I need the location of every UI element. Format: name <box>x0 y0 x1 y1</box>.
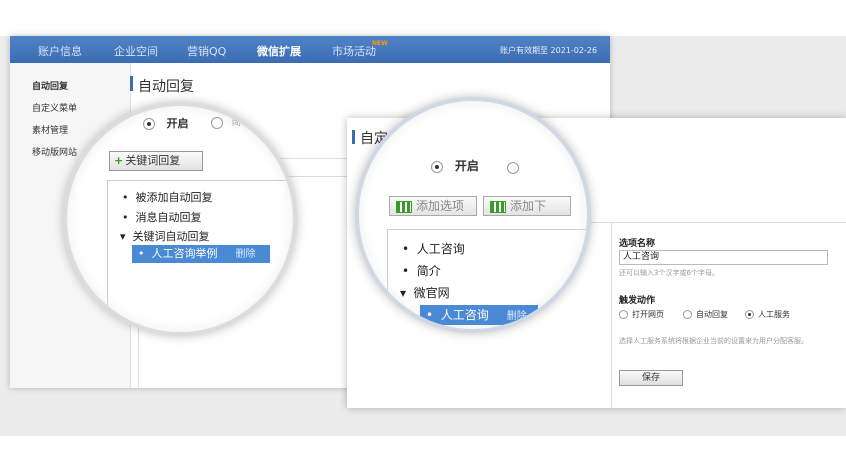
save-button[interactable]: 保存 <box>619 370 683 386</box>
radio-off-icon <box>507 161 519 174</box>
plus-icon: + <box>114 154 124 167</box>
trigger-action-label: 触发动作 <box>619 296 656 306</box>
radio-on-icon <box>143 118 155 130</box>
tree-item-intro[interactable]: • 简介 <box>402 262 441 279</box>
radio-on-icon <box>431 160 443 173</box>
selected-reply-item[interactable]: • 人工咨询举例 删除 <box>132 245 270 263</box>
radio-on-option[interactable]: 开启 <box>143 115 189 131</box>
trigger-open-webpage[interactable]: 打开网页 <box>619 309 664 320</box>
tree-item-keyword-reply[interactable]: ▾ 关键词自动回复 <box>120 228 210 244</box>
trigger-human-service[interactable]: 人工服务 <box>745 309 790 320</box>
tab-wechat-extension[interactable]: 微信扩展 <box>257 43 301 59</box>
tab-account-info[interactable]: 账户信息 <box>38 43 82 59</box>
option-name-hint: 还可以输入3个汉字或6个字母。 <box>619 269 719 277</box>
option-name-label: 选项名称 <box>619 239 656 249</box>
tree-item-message-reply[interactable]: • 消息自动回复 <box>122 209 201 225</box>
tree-item-consult[interactable]: • 人工咨询 <box>402 240 465 257</box>
page-title: 自动回复 <box>138 79 194 95</box>
radio-selected-icon <box>745 310 754 319</box>
radio-off-option[interactable]: 闭 ? <box>211 115 263 129</box>
menu-radio-off-option[interactable] <box>507 157 519 176</box>
magnifier-auto-reply: 开启 闭 ? + 关键词回复 • 被添加自动回复 • 消息自动回复 ▾ 关键词自动… <box>63 102 297 336</box>
add-keyword-reply-button[interactable]: + 关键词回复 <box>109 151 203 171</box>
account-expiry: 账户有效期至 2021-02-26 <box>500 46 598 55</box>
help-icon[interactable]: ? <box>251 118 263 129</box>
new-badge: NEW <box>372 40 388 47</box>
list-icon <box>396 201 412 213</box>
radio-icon <box>683 310 692 319</box>
magnifier-custom-menu: 开启 添加选项 添加下 • 人工咨询 • 简介 ▾ 微官网 • 人工咨询 删除 <box>355 97 591 333</box>
tab-enterprise-space[interactable]: 企业空间 <box>114 43 158 59</box>
add-submenu-button[interactable]: 添加下 <box>483 196 571 216</box>
sidebar-item-materials[interactable]: 素材管理 <box>32 123 68 136</box>
sidebar-item-auto-reply[interactable]: 自动回复 <box>32 79 68 92</box>
radio-off-icon <box>211 116 223 129</box>
delete-link[interactable]: 删除 <box>235 249 255 260</box>
title-accent <box>352 130 355 144</box>
list-icon <box>490 201 506 213</box>
selected-menu-item[interactable]: • 人工咨询 删除 <box>420 305 538 325</box>
trigger-hint: 选择人工服务系统将根据企业当前的设置来为用户分配客服。 <box>619 337 808 345</box>
add-option-button[interactable]: 添加选项 <box>389 196 477 216</box>
sidebar-item-mobile-site[interactable]: 移动版网站 <box>32 145 77 158</box>
menu-radio-on-option[interactable]: 开启 <box>431 157 479 174</box>
radio-icon <box>619 310 628 319</box>
tab-market-activity[interactable]: 市场活动 <box>332 43 376 59</box>
option-name-input[interactable]: 人工咨询 <box>619 250 828 265</box>
column-divider <box>611 223 612 408</box>
reply-tree-panel: • 被添加自动回复 • 消息自动回复 ▾ 关键词自动回复 • 人工咨询举例 删除 <box>107 180 293 332</box>
title-accent <box>130 76 133 91</box>
tree-item-micro-site[interactable]: ▾ 微官网 <box>400 284 450 301</box>
sidebar-item-custom-menu[interactable]: 自定义菜单 <box>32 101 77 114</box>
trigger-auto-reply[interactable]: 自动回复 <box>683 309 728 320</box>
tab-marketing-qq[interactable]: 营销QQ <box>187 43 226 59</box>
top-nav: 账户信息 企业空间 营销QQ 微信扩展 市场活动 NEW 账户有效期至 2021… <box>10 36 610 63</box>
delete-link[interactable]: 删除 <box>507 311 527 322</box>
tree-item-added-reply[interactable]: • 被添加自动回复 <box>122 189 212 205</box>
menu-tree-panel: • 人工咨询 • 简介 ▾ 微官网 • 人工咨询 删除 <box>387 229 587 329</box>
